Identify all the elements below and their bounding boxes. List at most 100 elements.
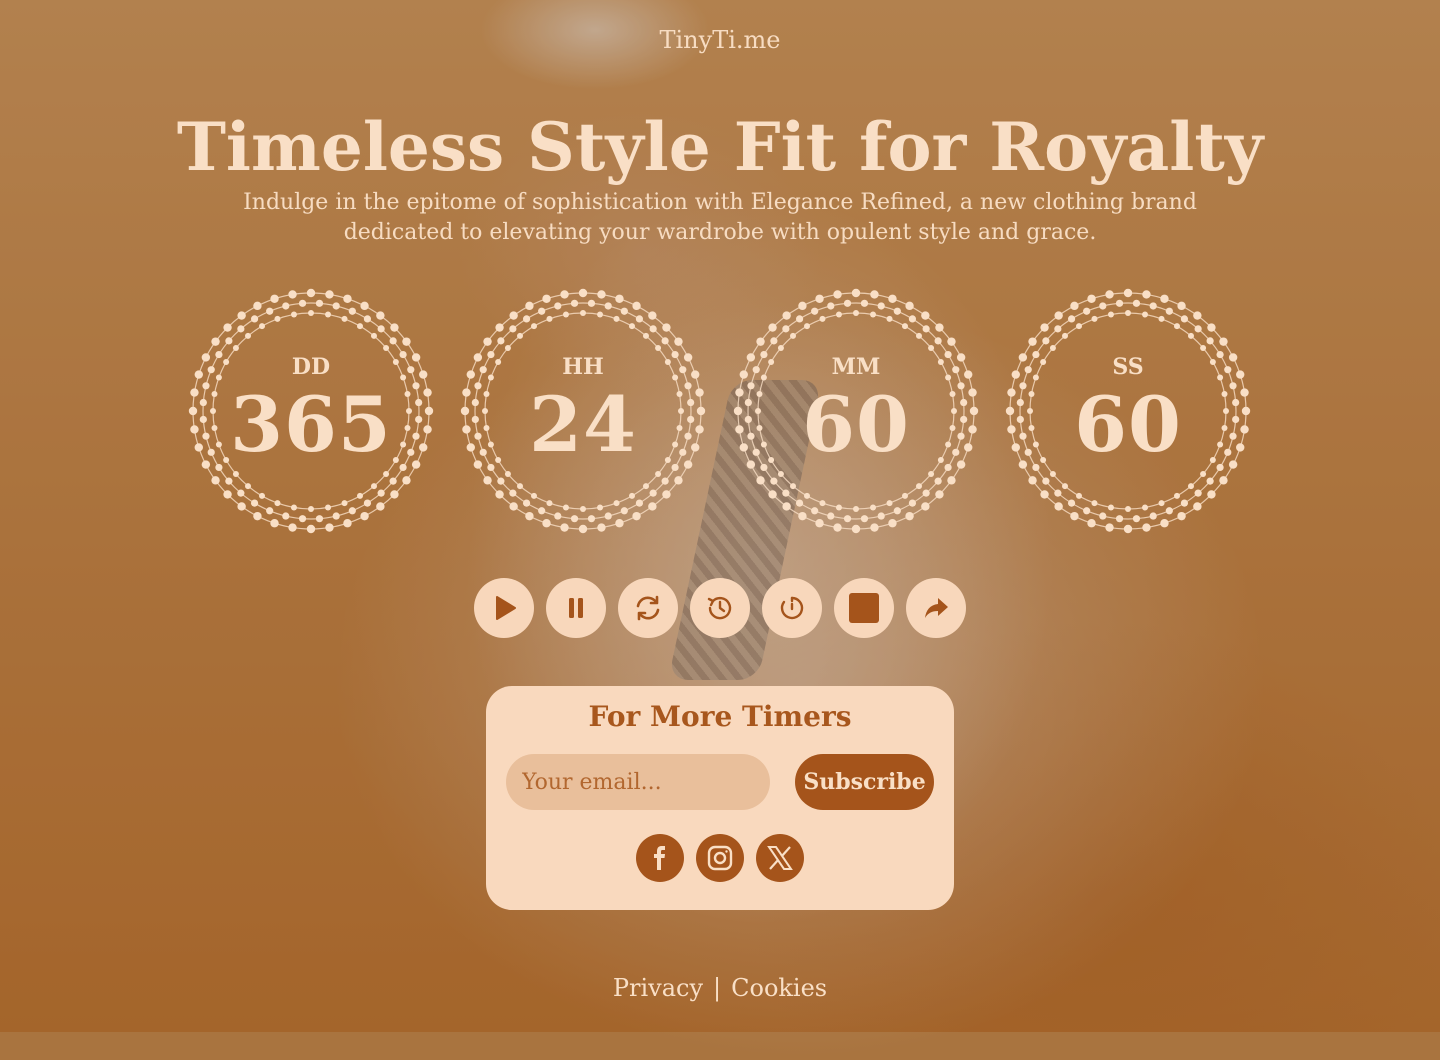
ring-dot xyxy=(613,315,620,322)
ring-dot xyxy=(554,302,562,310)
ring-dot xyxy=(497,477,505,485)
ring-dot xyxy=(1067,315,1076,323)
ring-dot xyxy=(315,515,324,523)
ring-dot xyxy=(615,519,624,528)
subscribe-card: For More Timers Subscribe xyxy=(486,686,954,910)
ring-dot xyxy=(833,290,842,299)
ring-dot xyxy=(522,499,531,507)
ring-dot xyxy=(266,507,274,515)
ring-dot xyxy=(348,307,356,315)
ring-dot xyxy=(497,337,505,345)
ring-dot xyxy=(886,500,893,507)
ring-dot xyxy=(232,345,239,352)
countdown-hours-value: 24 xyxy=(529,380,637,469)
ring-dot xyxy=(517,483,524,490)
ring-dot xyxy=(531,492,537,499)
ring-dot xyxy=(237,325,245,333)
ring-dot xyxy=(1177,301,1186,311)
ring-dot xyxy=(661,337,669,345)
ring-dot xyxy=(886,315,893,322)
ring-dot xyxy=(843,515,852,523)
ring-dot xyxy=(921,502,930,511)
ring-dot xyxy=(1107,504,1114,511)
ring-dot xyxy=(827,302,835,310)
ring-dot xyxy=(259,492,265,499)
brand-logo[interactable]: TinyTi.me xyxy=(0,26,1440,54)
footer-separator: | xyxy=(713,974,722,1002)
instagram-link[interactable] xyxy=(696,834,744,882)
x-icon xyxy=(767,846,793,870)
ring-dot xyxy=(363,315,372,323)
x-link[interactable] xyxy=(756,834,804,882)
ring-dot xyxy=(509,502,518,511)
ring-dot xyxy=(390,490,399,499)
ring-dot xyxy=(578,524,588,534)
ring-dot xyxy=(245,483,252,490)
ring-dot xyxy=(860,515,869,523)
share-button[interactable] xyxy=(906,578,966,638)
ring-dot xyxy=(947,337,956,346)
ring-dot xyxy=(253,511,262,521)
ring-dot xyxy=(1042,337,1050,345)
history-button[interactable] xyxy=(690,578,750,638)
subscribe-title: For More Timers xyxy=(588,700,852,733)
ring-dot xyxy=(860,299,869,307)
subscribe-button[interactable]: Subscribe xyxy=(795,754,934,810)
stop-button[interactable] xyxy=(834,578,894,638)
ring-dot xyxy=(915,483,922,490)
ring-dot xyxy=(1076,492,1082,499)
ring-dot xyxy=(325,290,334,299)
ring-dot xyxy=(790,483,797,490)
facebook-link[interactable] xyxy=(636,834,684,882)
countdown-seconds-value: 60 xyxy=(1074,380,1182,469)
instagram-icon xyxy=(707,845,733,871)
timer-button[interactable] xyxy=(762,578,822,638)
ring-dot xyxy=(376,311,385,320)
ring-dot xyxy=(819,315,826,322)
restart-button[interactable] xyxy=(618,578,678,638)
ring-dot xyxy=(851,288,861,298)
ring-dot xyxy=(377,325,385,333)
ring-dot xyxy=(1142,290,1151,299)
ring-dot xyxy=(1194,325,1202,333)
ring-dot xyxy=(1049,345,1056,352)
ring-dot xyxy=(1083,507,1091,515)
privacy-link[interactable]: Privacy xyxy=(613,974,703,1002)
ring-dot xyxy=(1142,504,1149,511)
cookies-link[interactable]: Cookies xyxy=(731,974,827,1002)
ring-dot xyxy=(270,519,279,528)
countdown-seconds: SS 60 xyxy=(1005,288,1251,534)
ring-dot xyxy=(1194,489,1202,497)
play-button[interactable] xyxy=(474,578,534,638)
email-input[interactable] xyxy=(506,754,770,810)
ring-dot xyxy=(509,311,518,320)
pause-button[interactable] xyxy=(546,578,606,638)
ring-dot xyxy=(1049,470,1056,477)
ring-dot xyxy=(811,507,819,515)
ring-dot xyxy=(517,332,524,339)
ring-dot xyxy=(662,323,671,332)
countdown-days-label: DD xyxy=(291,354,331,380)
ring-dot xyxy=(546,500,553,507)
ring-dot xyxy=(531,323,537,330)
ring-dot xyxy=(542,294,551,303)
ring-dot xyxy=(620,307,628,315)
ring-dot xyxy=(922,325,930,333)
ring-dot xyxy=(538,507,546,515)
ring-dot xyxy=(935,323,944,332)
history-icon xyxy=(707,596,732,620)
ring-dot xyxy=(570,299,579,307)
ring-dot xyxy=(370,332,377,339)
ring-dot xyxy=(1125,310,1131,316)
play-icon xyxy=(496,596,516,620)
ring-dot xyxy=(325,504,332,511)
ring-dot xyxy=(377,489,385,497)
ring-dot xyxy=(928,470,935,477)
ring-dot xyxy=(343,294,352,303)
ring-dot xyxy=(363,499,372,507)
ring-dot xyxy=(402,337,411,346)
ring-dot xyxy=(332,512,340,520)
ring-dot xyxy=(770,337,778,345)
ring-dot xyxy=(282,512,290,520)
ring-dot xyxy=(1174,492,1180,499)
